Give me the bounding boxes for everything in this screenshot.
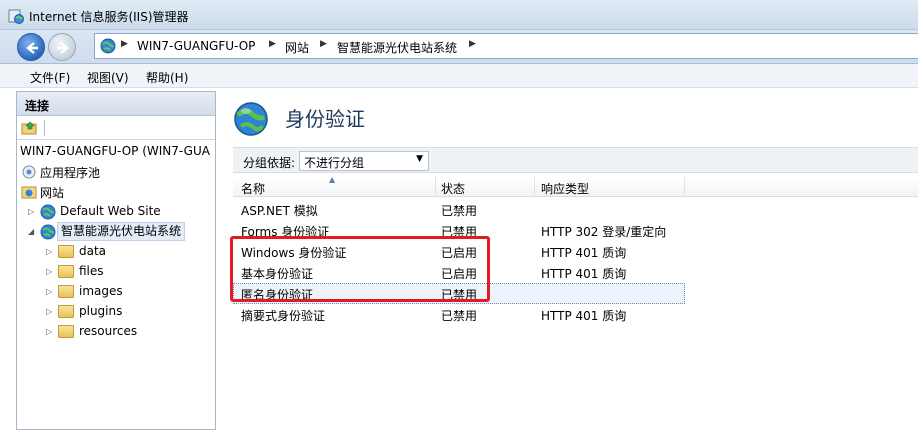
page-title: 身份验证	[285, 107, 365, 131]
breadcrumb-sites[interactable]: 网站	[285, 39, 309, 56]
column-header-response[interactable]: 响应类型	[541, 180, 589, 197]
tree-label: 网站	[40, 186, 65, 200]
collapse-arrow-icon[interactable]: ◢	[28, 227, 34, 236]
row-name: ASP.NET 模拟	[241, 204, 318, 218]
row-response: HTTP 401 质询	[541, 246, 627, 260]
row-name: Forms 身份验证	[241, 225, 330, 239]
tree-label: Default Web Site	[60, 204, 161, 218]
row-status: 已禁用	[441, 225, 478, 239]
breadcrumb-chevron-icon: ▶	[469, 39, 476, 49]
breadcrumb-chevron-icon: ▶	[320, 39, 327, 49]
expand-arrow-icon[interactable]: ▷	[46, 307, 52, 316]
menu-help[interactable]: 帮助(H)	[146, 69, 188, 86]
connections-toolbar	[17, 116, 215, 140]
address-toolbar: ▶ WIN7-GUANGFU-OP ▶ 网站 ▶ 智慧能源光伏电站系统 ▶	[0, 30, 918, 64]
row-name: 基本身份验证	[241, 267, 314, 281]
group-by-value: 不进行分组	[304, 156, 365, 170]
column-header-status[interactable]: 状态	[441, 180, 465, 197]
feature-panel: 身份验证 分组依据: 不进行分组 ▼ ▲ 名称 状态 响应类型 ASP.NET …	[219, 91, 918, 430]
back-button[interactable]	[17, 33, 45, 61]
globe-icon	[40, 224, 56, 240]
breadcrumb-chevron-icon: ▶	[121, 39, 128, 49]
iis-app-icon	[8, 9, 24, 24]
menu-bar: 文件(F) 视图(V) 帮助(H)	[0, 64, 918, 88]
row-status: 已禁用	[441, 204, 478, 218]
breadcrumb-chevron-icon: ▶	[269, 39, 276, 49]
column-divider[interactable]	[684, 177, 685, 197]
expand-arrow-icon[interactable]: ▷	[46, 327, 52, 336]
dropdown-arrow-icon: ▼	[416, 154, 423, 164]
tree-label: data	[79, 244, 107, 258]
folder-icon	[58, 285, 74, 298]
column-divider[interactable]	[534, 177, 535, 197]
folder-icon	[58, 325, 74, 338]
expand-arrow-icon[interactable]: ▷	[28, 207, 34, 216]
globe-icon	[40, 204, 56, 220]
tree-label: 应用程序池	[40, 166, 101, 180]
row-name: 匿名身份验证	[241, 288, 314, 302]
toolbar-separator	[44, 120, 45, 136]
menu-file[interactable]: 文件(F)	[30, 69, 70, 86]
table-row[interactable]: 摘要式身份验证 已禁用 HTTP 401 质询	[233, 304, 918, 325]
table-row[interactable]: Windows 身份验证 已启用 HTTP 401 质询	[233, 241, 918, 262]
row-status: 已禁用	[441, 288, 478, 302]
menu-view[interactable]: 视图(V)	[87, 69, 129, 86]
folder-icon	[58, 245, 74, 258]
tree-label: images	[79, 284, 123, 298]
title-bar: Internet 信息服务(IIS)管理器	[0, 0, 918, 30]
table-row[interactable]: ASP.NET 模拟 已禁用	[233, 199, 918, 220]
row-status: 已启用	[441, 267, 478, 281]
forward-button[interactable]	[48, 33, 76, 61]
connections-header: 连接	[17, 92, 215, 116]
breadcrumb-site[interactable]: 智慧能源光伏电站系统	[337, 39, 457, 56]
table-row[interactable]: 基本身份验证 已启用 HTTP 401 质询	[233, 262, 918, 283]
sort-ascending-icon: ▲	[329, 175, 336, 184]
expand-arrow-icon[interactable]: ▷	[46, 247, 52, 256]
expand-arrow-icon[interactable]: ▷	[46, 267, 52, 276]
row-name: Windows 身份验证	[241, 246, 347, 260]
table-row-selected[interactable]: 匿名身份验证 已禁用	[233, 283, 685, 304]
tree-label: 智慧能源光伏电站系统	[57, 222, 186, 241]
app-pool-icon	[22, 165, 36, 179]
row-response: HTTP 401 质询	[541, 267, 627, 281]
globe-icon	[100, 38, 116, 54]
arrow-left-icon	[26, 42, 38, 54]
list-header: ▲ 名称 状态 响应类型	[233, 175, 918, 197]
row-status: 已禁用	[441, 309, 478, 323]
sites-folder-icon	[21, 186, 37, 199]
connections-panel: 连接 WIN7-GUANGFU-OP (WIN7-GUA 应用程序池 网站 ▷ …	[16, 91, 216, 430]
expand-arrow-icon[interactable]: ▷	[46, 287, 52, 296]
tree-label: plugins	[79, 304, 123, 318]
breadcrumb-server[interactable]: WIN7-GUANGFU-OP	[137, 39, 255, 53]
tree-label: WIN7-GUANGFU-OP (WIN7-GUA	[20, 144, 210, 158]
window-title: Internet 信息服务(IIS)管理器	[29, 10, 189, 24]
column-header-name[interactable]: 名称	[241, 180, 265, 197]
folder-icon	[58, 265, 74, 278]
address-bar[interactable]: ▶ WIN7-GUANGFU-OP ▶ 网站 ▶ 智慧能源光伏电站系统 ▶	[94, 33, 918, 59]
connect-icon[interactable]	[21, 120, 39, 136]
folder-icon	[58, 305, 74, 318]
group-by-label: 分组依据:	[243, 156, 296, 170]
group-by-select[interactable]: 不进行分组 ▼	[299, 151, 429, 171]
arrow-right-icon	[57, 42, 69, 54]
table-row[interactable]: Forms 身份验证 已禁用 HTTP 302 登录/重定向	[233, 220, 918, 241]
row-response: HTTP 401 质询	[541, 309, 627, 323]
tree-label: files	[79, 264, 104, 278]
connections-title: 连接	[25, 99, 50, 113]
row-response: HTTP 302 登录/重定向	[541, 225, 667, 239]
group-by-bar: 分组依据: 不进行分组 ▼	[233, 147, 918, 173]
tree-label: resources	[79, 324, 138, 338]
row-status: 已启用	[441, 246, 478, 260]
column-divider[interactable]	[435, 177, 436, 197]
row-name: 摘要式身份验证	[241, 309, 326, 323]
authentication-globe-icon	[234, 102, 268, 136]
